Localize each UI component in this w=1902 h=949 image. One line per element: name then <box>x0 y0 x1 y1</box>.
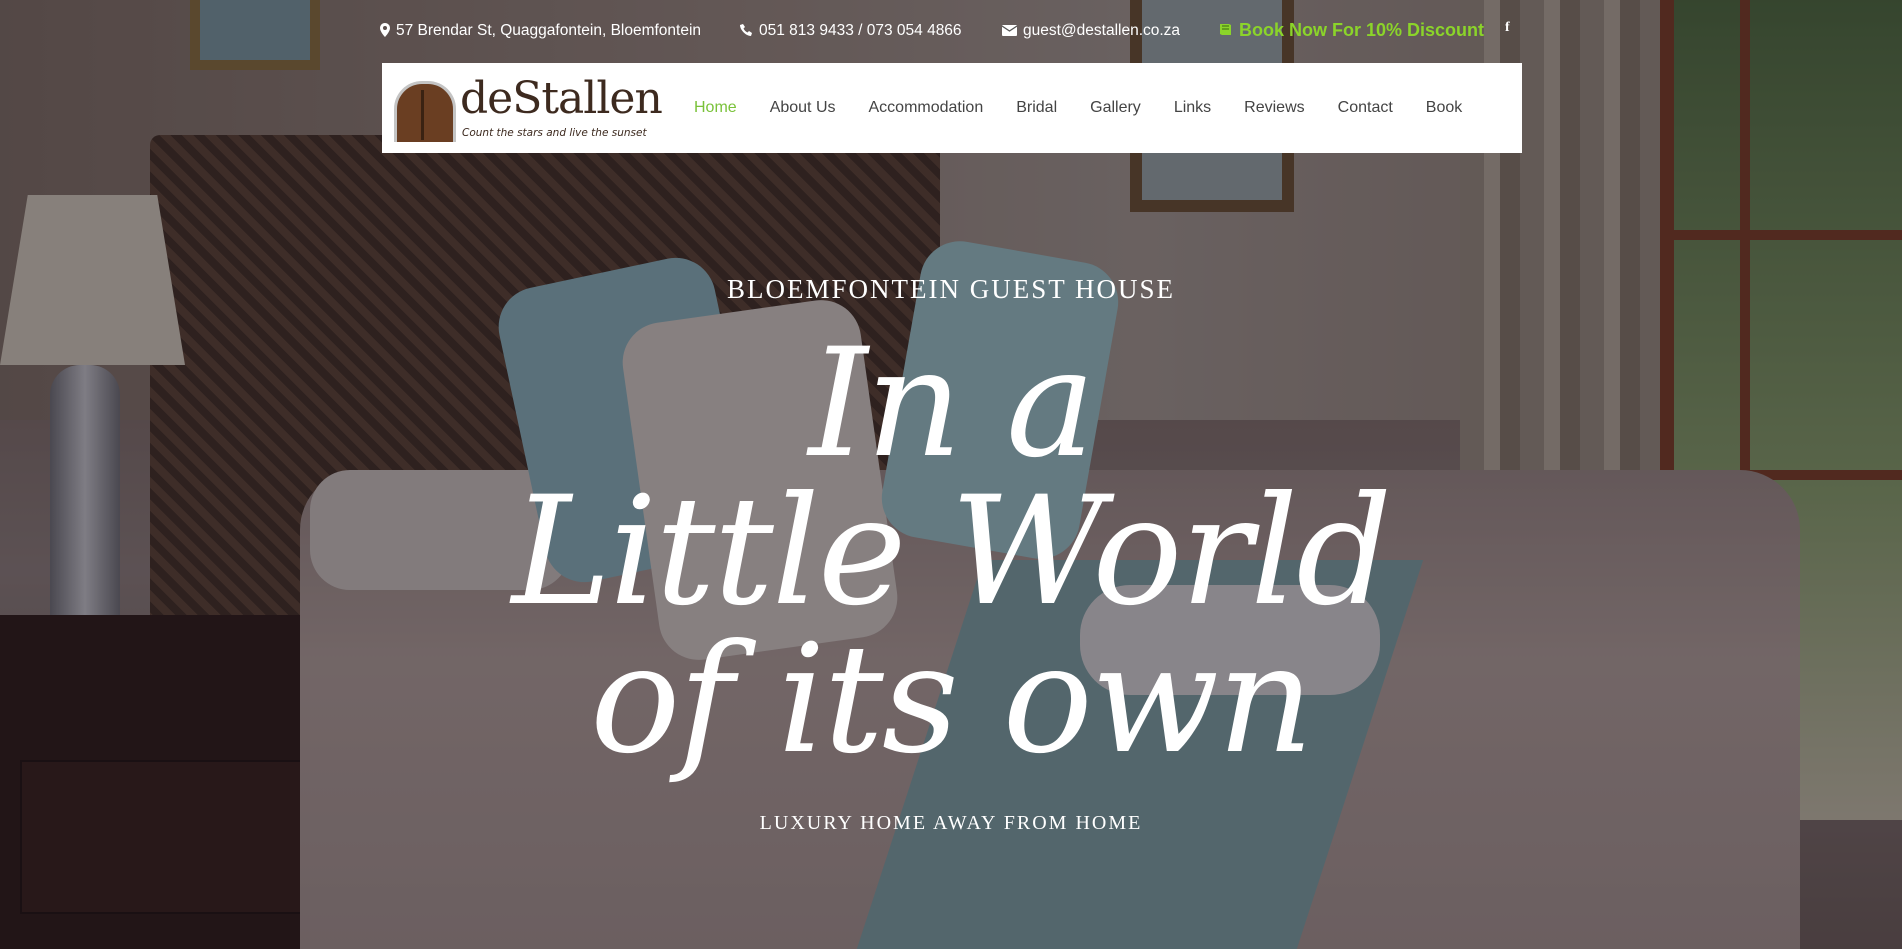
top-info-bar: 57 Brendar St, Quaggafontein, Bloemfonte… <box>0 0 1902 64</box>
hero-eyebrow: BLOEMFONTEIN GUEST HOUSE <box>726 274 1175 304</box>
site-logo[interactable]: deStallen Count the stars and live the s… <box>390 71 663 145</box>
address-text: 57 Brendar St, Quaggafontein, Bloemfonte… <box>396 22 702 39</box>
nav-contact[interactable]: Contact <box>1338 99 1393 117</box>
phone-icon <box>740 23 753 39</box>
book-now-label[interactable]: Book Now For 10% Discount <box>1239 20 1484 41</box>
hero-subline: LUXURY HOME AWAY FROM HOME <box>759 812 1143 834</box>
envelope-icon <box>1001 24 1018 38</box>
facebook-icon[interactable]: f <box>1505 20 1510 36</box>
nav-links[interactable]: Links <box>1174 99 1211 117</box>
header-nav-box: deStallen Count the stars and live the s… <box>382 63 1522 153</box>
door-logo-icon <box>394 81 456 142</box>
email-item[interactable]: guest@destallen.co.za <box>1001 22 1180 40</box>
headline-line-3: of its own <box>590 613 1314 787</box>
book-now-link[interactable]: Book Now For 10% Discount <box>1218 20 1484 41</box>
nav-book[interactable]: Book <box>1426 99 1462 117</box>
nav-about-us[interactable]: About Us <box>770 99 836 117</box>
book-icon <box>1218 22 1233 39</box>
nav-reviews[interactable]: Reviews <box>1244 99 1304 117</box>
nav-accommodation[interactable]: Accommodation <box>869 99 984 117</box>
email-text[interactable]: guest@destallen.co.za <box>1023 22 1180 40</box>
nav-gallery[interactable]: Gallery <box>1090 99 1141 117</box>
address-item: 57 Brendar St, Quaggafontein, Bloemfonte… <box>380 22 701 40</box>
nav-bridal[interactable]: Bridal <box>1016 99 1057 117</box>
logo-tagline: Count the stars and live the sunset <box>462 127 647 139</box>
logo-wordmark: deStallen <box>460 73 663 124</box>
phone-item[interactable]: 051 813 9433 / 073 054 4866 <box>740 22 962 40</box>
headline-line-2: Little World <box>511 465 1393 639</box>
headline-line-1: In a <box>808 317 1096 491</box>
main-navigation: Home About Us Accommodation Bridal Galle… <box>694 63 1495 153</box>
phone-text[interactable]: 051 813 9433 / 073 054 4866 <box>759 22 962 40</box>
hero-headline: In a Little World of its own <box>0 317 1902 787</box>
map-marker-icon <box>380 23 390 39</box>
nav-home[interactable]: Home <box>694 99 737 117</box>
